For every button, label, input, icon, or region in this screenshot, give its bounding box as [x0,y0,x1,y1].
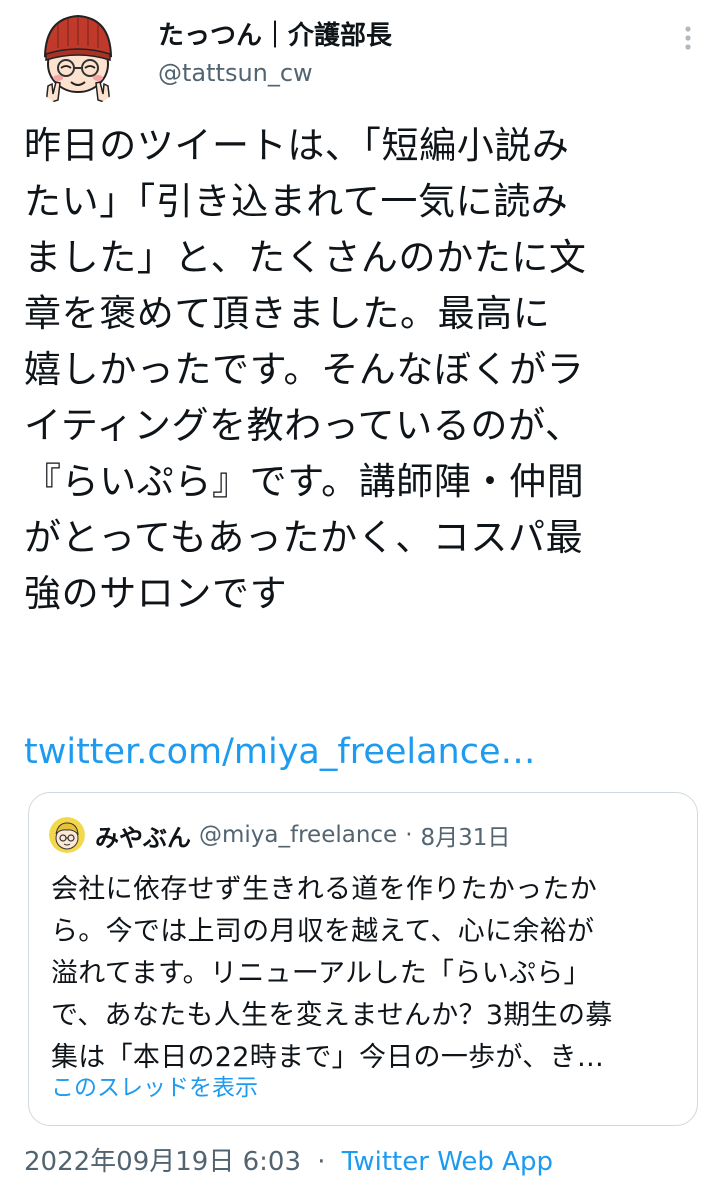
quoted-text-line: 会社に依存せず生きれる道を作りたかったか [51,874,597,905]
quoted-text-line: で、あなたも人生を変えませんか？3期生の募 [51,1000,613,1031]
tweet-meta: 2022年09月19日 6:03 · Twitter Web App [24,1144,553,1180]
vertical-dots-icon [685,26,691,50]
quoted-tweet-date[interactable]: 8月31日 [421,818,511,852]
quoted-text-line: ら。今では上司の月収を越えて、心に余裕が [51,916,595,947]
quoted-tweet-header: みやぶん @miya_freelance · 8月31日 [49,815,681,855]
tweet-text-line: 『らいぷら』です。講師陣・仲間 [24,460,585,503]
tweet-text-line: たい」「引き込まれて一気に読み [24,180,569,223]
tweet-text: 昨日のツイートは、「短編小説み たい」「引き込まれて一気に読み ました」と、たく… [24,118,704,622]
more-options-icon[interactable] [676,24,700,52]
quoted-author-avatar[interactable] [49,817,85,853]
author-display-name[interactable]: たっつん｜介護部長 [158,18,664,54]
tweet-text-line: ました」と、たくさんのかたに文 [24,236,587,279]
tweet-text-line: 章を褒めて頂きました。最高に [24,292,551,335]
tweet-text-line: 昨日のツイートは、「短編小説み [24,124,570,167]
quoted-tweet-card[interactable]: みやぶん @miya_freelance · 8月31日 会社に依存せず生きれる… [28,792,698,1126]
tweet-text-line: 強のサロンです [24,572,288,615]
tweet-source-link[interactable]: Twitter Web App [342,1147,553,1177]
tweet-text-line: がとってもあったかく、コスパ最 [24,516,584,559]
tweet-timestamp[interactable]: 2022年09月19日 6:03 [24,1147,301,1177]
quoted-author-handle: @miya_freelance [199,822,398,848]
author-block: たっつん｜介護部長 @tattsun_cw [158,18,664,90]
tweet-text-line: イティングを教わっているのが、 [24,404,583,447]
show-thread-link[interactable]: このスレッドを表示 [51,1073,258,1103]
tweet-text-line: 嬉しかったです。そんなぼくがラ [24,348,585,391]
author-handle[interactable]: @tattsun_cw [158,56,664,90]
tweet-link[interactable]: twitter.com/miya_freelance… [24,726,536,778]
quoted-tweet-text: 会社に依存せず生きれる道を作りたかったか ら。今では上司の月収を越えて、心に余裕… [51,869,681,1079]
meta-separator: · [317,1147,326,1177]
cartoon-avatar-red-beanie-icon [28,8,128,108]
quoted-header-separator: · [405,822,413,848]
author-avatar[interactable] [28,8,128,108]
quoted-text-line: 溢れてます。リニューアルした「らいぷら」 [51,958,591,989]
cartoon-avatar-blond-glasses-icon [49,817,85,853]
quoted-author-name[interactable]: みやぶん [95,818,191,853]
